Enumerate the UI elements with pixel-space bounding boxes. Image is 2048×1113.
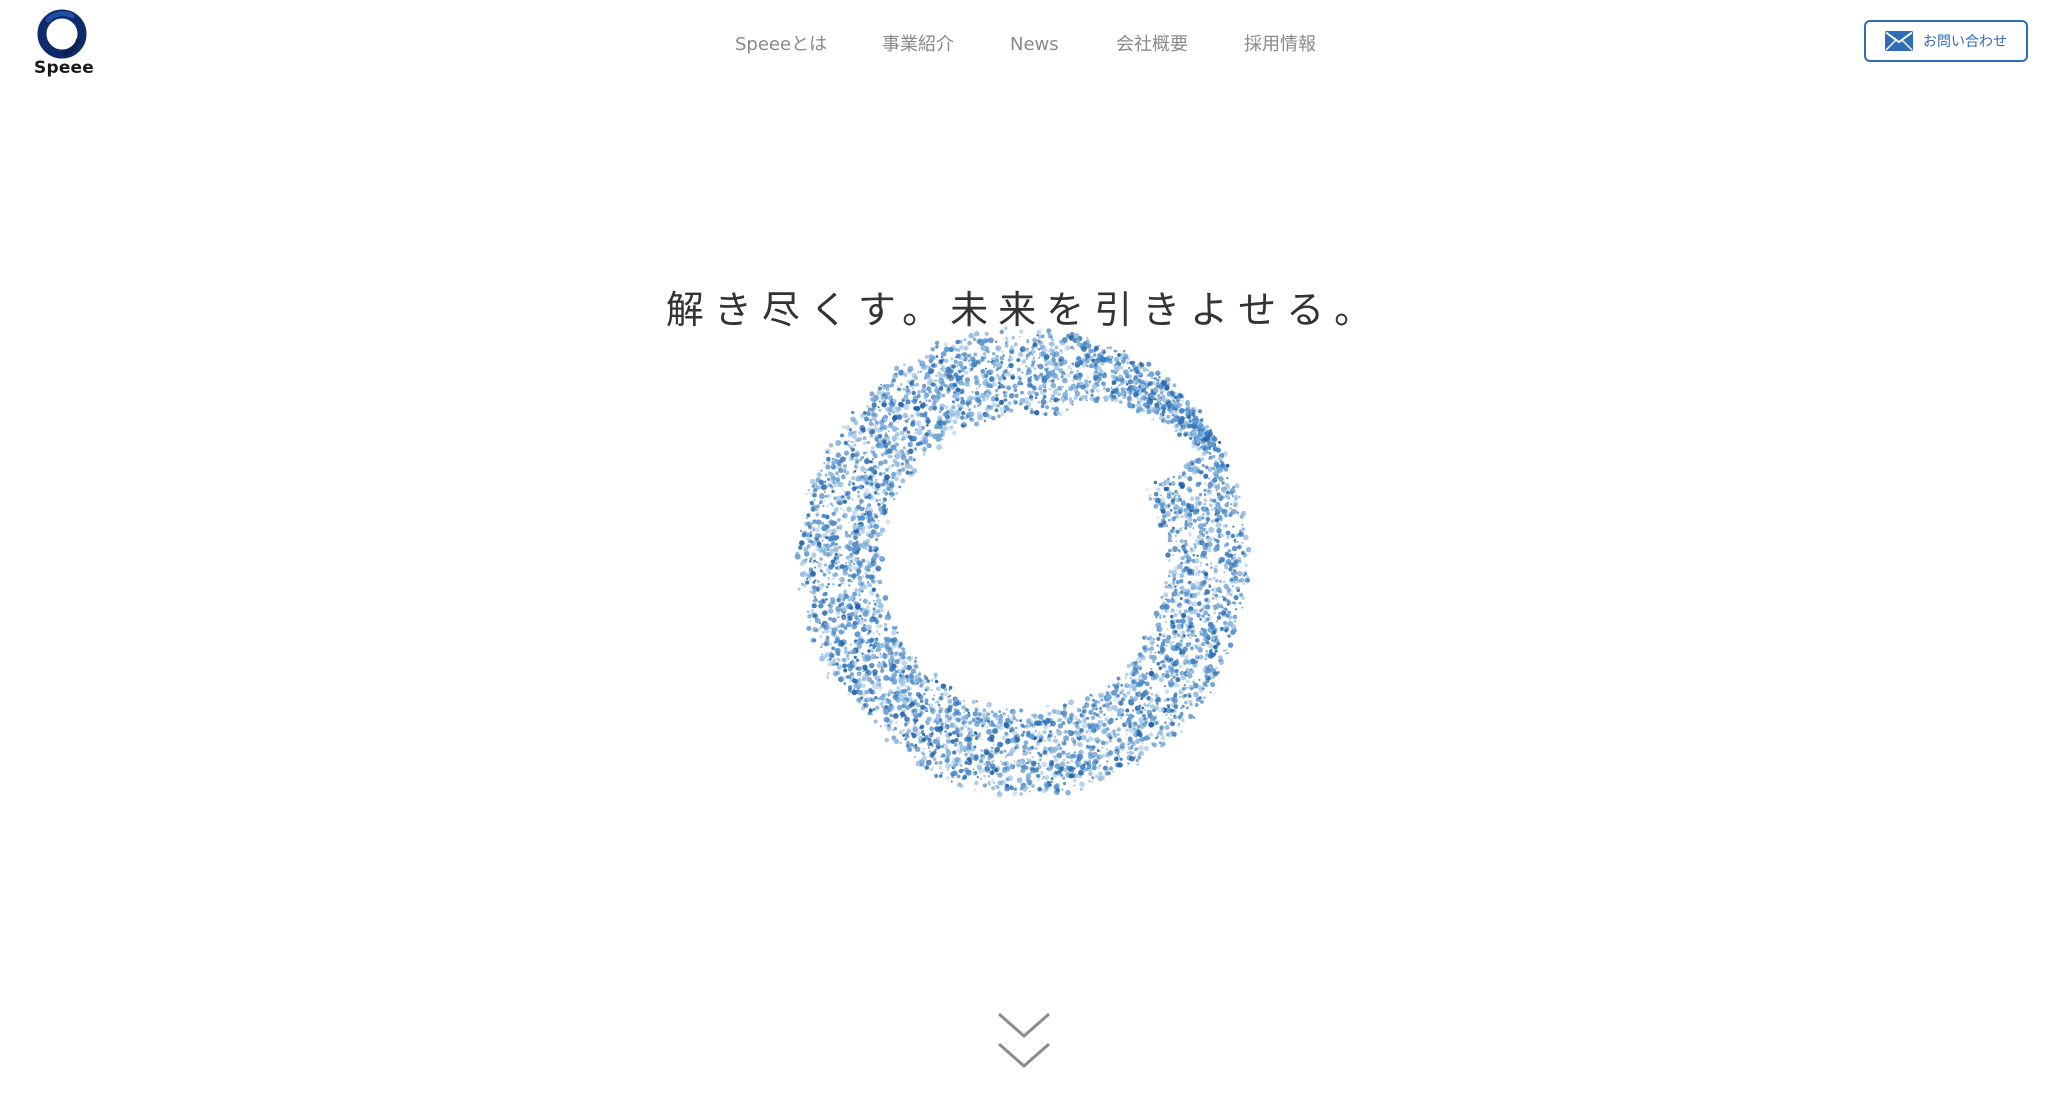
double-chevron-down-icon bbox=[998, 1012, 1050, 1068]
nav-item-news[interactable]: News bbox=[1010, 32, 1059, 58]
mail-icon bbox=[1885, 31, 1913, 51]
nav-item-recruit[interactable]: 採用情報 bbox=[1244, 32, 1316, 58]
particle-ring-dots bbox=[794, 326, 1252, 798]
nav-item-company[interactable]: 会社概要 bbox=[1116, 32, 1188, 58]
page: Speee Speeeとは 事業紹介 News 会社概要 採用情報 お問い合わせ… bbox=[0, 0, 2048, 1113]
main-nav: Speeeとは 事業紹介 News 会社概要 採用情報 bbox=[0, 32, 2048, 60]
hero-tagline: 解き尽くす。未来を引きよせる。 bbox=[665, 288, 1383, 332]
contact-button-label: お問い合わせ bbox=[1923, 34, 2007, 50]
scroll-down-button[interactable] bbox=[996, 1012, 1052, 1072]
contact-button[interactable]: お問い合わせ bbox=[1864, 20, 2028, 62]
logo-text: Speee bbox=[34, 58, 95, 78]
particle-ring-graphic bbox=[794, 326, 1252, 798]
nav-item-business[interactable]: 事業紹介 bbox=[882, 32, 954, 58]
nav-item-about[interactable]: Speeeとは bbox=[735, 32, 827, 58]
